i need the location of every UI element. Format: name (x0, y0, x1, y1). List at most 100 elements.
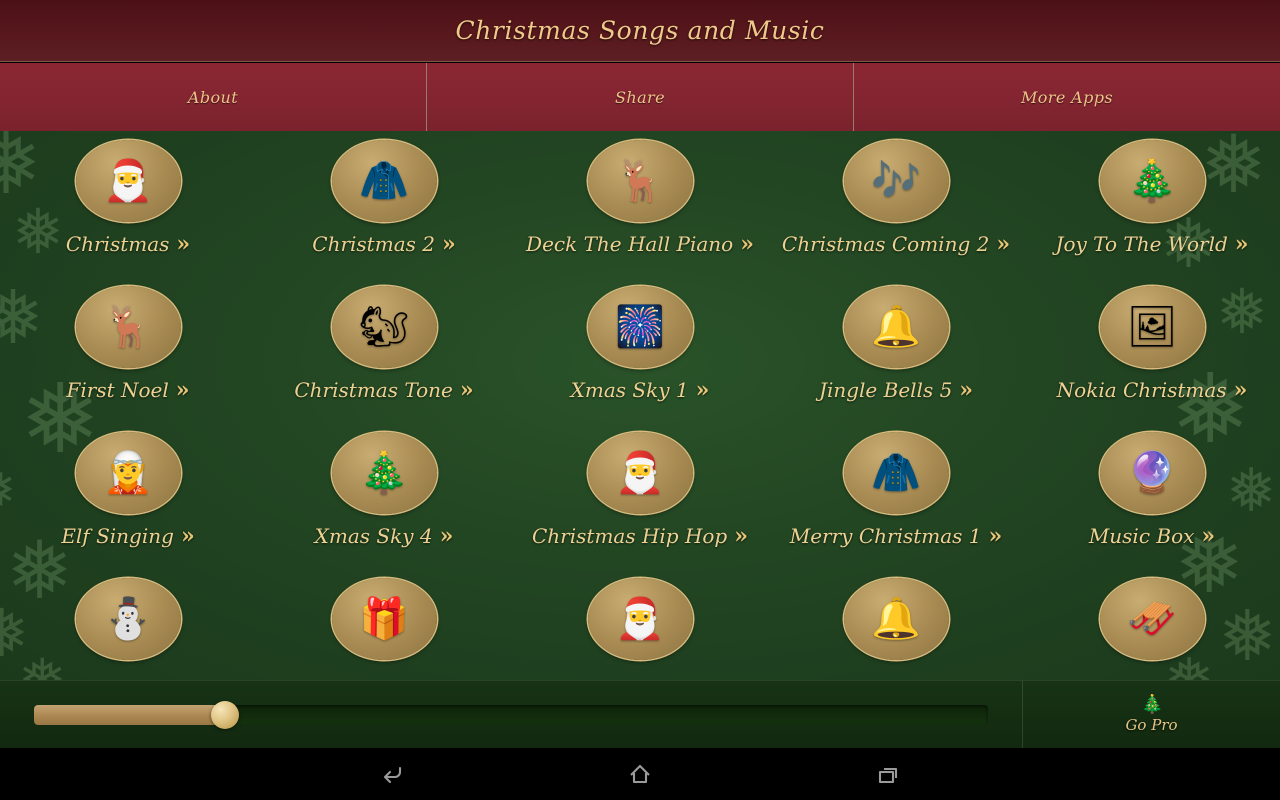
song-tile[interactable]: 🎅 Christmas » (0, 131, 256, 277)
song-tile-footer: Nokia Christmas » (1057, 378, 1248, 402)
song-artwork-icon: 🐿 (358, 304, 410, 350)
double-chevron-icon[interactable]: » (460, 379, 474, 401)
song-artwork-icon: 🧝 (103, 450, 153, 496)
android-nav-bar (0, 748, 1280, 800)
double-chevron-icon[interactable]: » (442, 233, 456, 255)
song-thumbnail[interactable]: 🧝 (75, 432, 181, 514)
song-thumbnail[interactable]: 🎄 (1099, 140, 1205, 222)
double-chevron-icon[interactable]: » (1234, 379, 1248, 401)
song-thumbnail[interactable]: 🧥 (331, 140, 437, 222)
song-thumbnail[interactable]: 🎅 (587, 578, 693, 660)
song-tile[interactable]: 🧥 Merry Christmas 1 » (768, 423, 1024, 569)
song-artwork-icon: 🛷 (1127, 596, 1177, 642)
song-artwork-icon: 🔔 (871, 596, 921, 642)
app-title: Christmas Songs and Music (455, 16, 825, 45)
song-thumbnail[interactable]: 🔔 (843, 286, 949, 368)
song-thumbnail[interactable]: 🛷 (1099, 578, 1205, 660)
song-thumbnail[interactable]: 🖼 (1099, 286, 1205, 368)
song-tile[interactable]: 🔮 Music Box » (1024, 423, 1280, 569)
seek-bar[interactable] (34, 700, 988, 729)
menu-item-label: More Apps (1020, 87, 1114, 107)
menu-item-label: About (187, 87, 239, 107)
song-tile-footer: Christmas » (66, 232, 190, 256)
song-grid: 🎅 Christmas » 🧥 Christmas 2 » 🦌 Deck The Hall P… (0, 131, 1280, 680)
song-tile[interactable]: 🦌 Deck The Hall Piano » (512, 131, 768, 277)
song-tile[interactable]: 🐿 Christmas Tone » (256, 277, 512, 423)
go-pro-button[interactable]: 🎄 Go Pro (1022, 681, 1280, 748)
song-thumbnail[interactable]: 🦌 (75, 286, 181, 368)
song-artwork-icon: 🦌 (615, 158, 665, 204)
double-chevron-icon[interactable]: » (176, 379, 190, 401)
menu-item-share[interactable]: Share (427, 63, 854, 131)
song-tile[interactable]: 🧝 Elf Singing » (0, 423, 256, 569)
song-artwork-icon: 🧥 (871, 450, 921, 496)
song-tile[interactable]: 🎶 Christmas Coming 2 » (768, 131, 1024, 277)
song-thumbnail[interactable]: 🎅 (587, 432, 693, 514)
song-tile-footer: Joy To The World » (1055, 232, 1248, 256)
song-thumbnail[interactable]: 🐿 (331, 286, 437, 368)
song-thumbnail[interactable]: 🎄 (331, 432, 437, 514)
double-chevron-icon[interactable]: » (181, 525, 195, 547)
song-thumbnail[interactable]: ⛄ (75, 578, 181, 660)
song-title: First Noel (66, 378, 169, 402)
song-artwork-icon: ⛄ (103, 596, 153, 642)
seek-bar-thumb[interactable] (210, 700, 239, 729)
song-tile[interactable]: 🔔 Jingle Bells 5 » (768, 277, 1024, 423)
song-tile[interactable]: 🎅 (512, 569, 768, 680)
song-artwork-icon: 🎁 (359, 596, 409, 642)
double-chevron-icon[interactable]: » (734, 525, 748, 547)
menu-item-more-apps[interactable]: More Apps (854, 63, 1280, 131)
title-bar: Christmas Songs and Music (0, 0, 1280, 62)
go-pro-label: Go Pro (1125, 715, 1178, 734)
song-list-content: ❅❅❅❅❅❅❅❅ ❅❅❅❅❅❅❅❅ 🎅Christmas»🧥Christmas … (0, 131, 1280, 680)
song-tile[interactable]: 🧥 Christmas 2 » (256, 131, 512, 277)
song-tile[interactable]: 🎆 Xmas Sky 1 » (512, 277, 768, 423)
song-artwork-icon: 🎅 (615, 596, 665, 642)
song-title: Elf Singing (61, 524, 174, 548)
song-artwork-icon: 🎄 (1127, 158, 1177, 204)
recents-icon[interactable] (864, 754, 912, 794)
song-tile[interactable]: 🎅 Christmas Hip Hop » (512, 423, 768, 569)
song-thumbnail[interactable]: 🦌 (587, 140, 693, 222)
song-thumbnail[interactable]: 🧥 (843, 432, 949, 514)
song-tile[interactable]: 🦌 First Noel » (0, 277, 256, 423)
song-title: Merry Christmas 1 (789, 524, 982, 548)
song-artwork-icon: 🎶 (871, 158, 921, 204)
song-tile-footer: Elf Singing » (61, 524, 194, 548)
song-thumbnail[interactable]: 🔔 (843, 578, 949, 660)
song-thumbnail[interactable]: 🎆 (587, 286, 693, 368)
song-tile-footer: Xmas Sky 1 » (571, 378, 710, 402)
song-tile-footer: Christmas Hip Hop » (532, 524, 748, 548)
double-chevron-icon[interactable]: » (440, 525, 454, 547)
song-tile[interactable]: 🎁 (256, 569, 512, 680)
double-chevron-icon[interactable]: » (959, 379, 973, 401)
double-chevron-icon[interactable]: » (740, 233, 754, 255)
song-tile[interactable]: 🎄 Xmas Sky 4 » (256, 423, 512, 569)
double-chevron-icon[interactable]: » (996, 233, 1010, 255)
song-title: Music Box (1088, 524, 1195, 548)
song-tile-footer: Jingle Bells 5 » (819, 378, 973, 402)
player-bar: 🎄 Go Pro (0, 680, 1280, 748)
song-artwork-icon: 🎆 (615, 304, 665, 350)
menu-item-about[interactable]: About (0, 63, 427, 131)
song-artwork-icon: 🎄 (359, 450, 409, 496)
song-tile[interactable]: 🔔 (768, 569, 1024, 680)
double-chevron-icon[interactable]: » (176, 233, 190, 255)
song-tile-footer: Christmas 2 » (312, 232, 455, 256)
double-chevron-icon[interactable]: » (1201, 525, 1215, 547)
double-chevron-icon[interactable]: » (989, 525, 1003, 547)
double-chevron-icon[interactable]: » (1235, 233, 1249, 255)
back-icon[interactable] (368, 754, 416, 794)
song-thumbnail[interactable]: 🔮 (1099, 432, 1205, 514)
home-icon[interactable] (616, 754, 664, 794)
song-tile[interactable]: 🖼 Nokia Christmas » (1024, 277, 1280, 423)
song-title: Xmas Sky 4 (314, 524, 433, 548)
song-tile[interactable]: 🎄 Joy To The World » (1024, 131, 1280, 277)
song-thumbnail[interactable]: 🎶 (843, 140, 949, 222)
song-tile[interactable]: ⛄ (0, 569, 256, 680)
song-tile[interactable]: 🛷 (1024, 569, 1280, 680)
menu-bar: About Share More Apps (0, 63, 1280, 131)
song-thumbnail[interactable]: 🎁 (331, 578, 437, 660)
double-chevron-icon[interactable]: » (696, 379, 710, 401)
song-thumbnail[interactable]: 🎅 (75, 140, 181, 222)
